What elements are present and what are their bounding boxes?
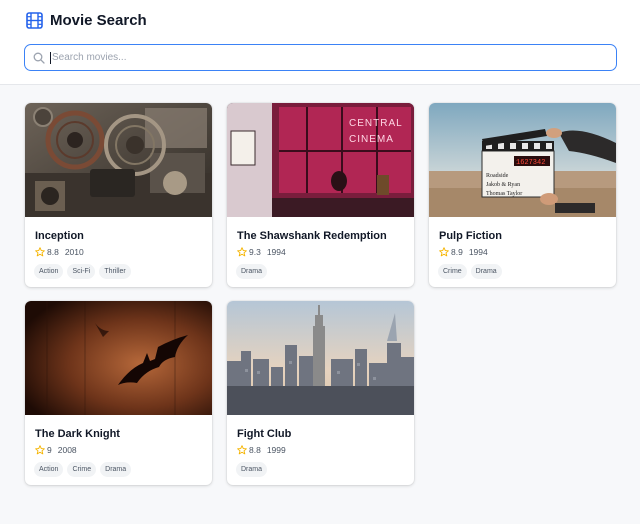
- movie-meta: 8.8 1999: [237, 445, 286, 455]
- movie-poster: [25, 301, 212, 415]
- search-box[interactable]: [24, 44, 617, 71]
- star-icon: [439, 247, 449, 257]
- movie-rating: 9: [47, 445, 52, 455]
- movie-meta: 9.3 1994: [237, 247, 286, 257]
- star-icon: [237, 247, 247, 257]
- genre-tags: Action Crime Drama: [34, 462, 135, 477]
- movie-card[interactable]: 1627342 Roadside Jakob & Ryan Thomas Tay…: [429, 103, 616, 287]
- genre-tag: Drama: [470, 264, 502, 279]
- movie-rating: 8.8: [249, 445, 261, 455]
- movie-year: 1994: [468, 247, 488, 257]
- clapboard-line-1: Roadside: [486, 173, 509, 179]
- movie-card[interactable]: The Dark Knight 9 2008 Action Crime Dram…: [25, 301, 212, 485]
- movie-poster: [25, 103, 212, 217]
- movie-meta: 9 2008: [35, 445, 77, 455]
- movie-card[interactable]: Inception 8.8 2010 Action Sci-Fi Thrille…: [25, 103, 212, 287]
- cinema-sign-line-1: CENTRAL: [349, 118, 403, 129]
- app-header: Movie Search: [0, 0, 640, 85]
- movie-year: 2008: [57, 445, 77, 455]
- genre-tag: Drama: [236, 264, 268, 279]
- page-title: Movie Search: [50, 12, 147, 29]
- movie-rating: 9.3: [249, 247, 261, 257]
- genre-tag: Action: [34, 462, 64, 477]
- film-icon: [26, 12, 43, 29]
- svg-text:1627342: 1627342: [516, 159, 545, 167]
- movie-year: 2010: [64, 247, 84, 257]
- cinema-sign-line-2: CINEMA: [349, 134, 394, 145]
- genre-tag: Thriller: [99, 264, 131, 279]
- movie-rating: 8.9: [451, 247, 463, 257]
- genre-tags: Drama: [236, 264, 271, 279]
- search-input[interactable]: [52, 52, 592, 63]
- movie-title: Pulp Fiction: [439, 230, 502, 242]
- genre-tag: Action: [34, 264, 64, 279]
- movie-title: The Shawshank Redemption: [237, 230, 387, 242]
- movie-poster: CENTRAL CINEMA: [227, 103, 414, 217]
- brand: Movie Search: [26, 12, 147, 29]
- search-icon: [33, 52, 45, 64]
- star-icon: [35, 247, 45, 257]
- genre-tag: Drama: [236, 462, 268, 477]
- star-icon: [35, 445, 45, 455]
- genre-tag: Sci-Fi: [67, 264, 96, 279]
- movie-title: The Dark Knight: [35, 428, 120, 440]
- movie-title: Fight Club: [237, 428, 292, 440]
- star-icon: [237, 445, 247, 455]
- movie-title: Inception: [35, 230, 84, 242]
- movie-poster: [227, 301, 414, 415]
- clapboard-line-3: Thomas Taylor: [486, 191, 522, 197]
- genre-tags: Crime Drama: [438, 264, 506, 279]
- movie-poster: 1627342 Roadside Jakob & Ryan Thomas Tay…: [429, 103, 616, 217]
- movie-card[interactable]: CENTRAL CINEMA The Shawshank Redemption …: [227, 103, 414, 287]
- movie-card[interactable]: Fight Club 8.8 1999 Drama: [227, 301, 414, 485]
- genre-tags: Action Sci-Fi Thriller: [34, 264, 135, 279]
- movie-year: 1999: [266, 445, 286, 455]
- genre-tag: Drama: [100, 462, 132, 477]
- movie-meta: 8.9 1994: [439, 247, 488, 257]
- genre-tag: Crime: [67, 462, 97, 477]
- genre-tags: Drama: [236, 462, 271, 477]
- text-caret: [50, 51, 51, 64]
- movie-meta: 8.8 2010: [35, 247, 84, 257]
- clapboard-line-2: Jakob & Ryan: [486, 182, 520, 188]
- movie-rating: 8.8: [47, 247, 59, 257]
- genre-tag: Crime: [438, 264, 467, 279]
- movie-year: 1994: [266, 247, 286, 257]
